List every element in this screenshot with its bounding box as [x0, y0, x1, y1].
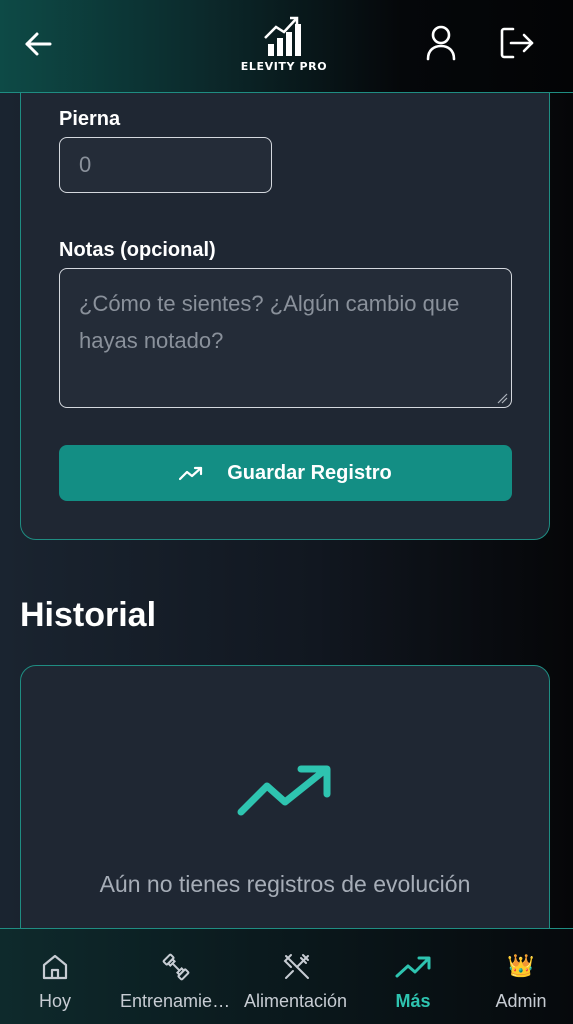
- resize-handle-icon[interactable]: [496, 392, 508, 404]
- save-record-label: Guardar Registro: [227, 461, 392, 484]
- app-header: ELEVITY PRO: [0, 0, 573, 93]
- nav-item-alimentacion[interactable]: Alimentación: [235, 929, 359, 1024]
- nav-label-admin: Admin: [495, 991, 547, 1011]
- logout-icon: [500, 27, 534, 59]
- nav-item-entrenamiento[interactable]: Entrenamiento: [114, 929, 238, 1024]
- nav-item-mas[interactable]: Más: [351, 929, 475, 1024]
- notes-label: Notas (opcional): [59, 239, 216, 261]
- dumbbell-icon: [162, 953, 190, 981]
- logo-text: ELEVITY PRO: [240, 60, 328, 73]
- profile-button[interactable]: [420, 22, 462, 64]
- home-icon: [42, 954, 68, 980]
- trending-up-icon: [237, 765, 331, 816]
- utensils-icon: [283, 954, 309, 979]
- nav-item-admin[interactable]: 👑 Admin: [459, 929, 573, 1024]
- nav-label-entrenamiento: Entrenamiento: [120, 991, 232, 1011]
- history-title: Historial: [20, 596, 157, 634]
- page: Pierna Notas (opcional) Guardar Registro…: [0, 0, 573, 1024]
- trending-up-icon: [179, 466, 203, 481]
- notes-textarea[interactable]: [59, 268, 512, 408]
- user-icon: [426, 25, 456, 61]
- nav-item-hoy[interactable]: Hoy: [0, 929, 117, 1024]
- save-record-button[interactable]: Guardar Registro: [59, 445, 512, 501]
- nav-label-alimentacion: Alimentación: [244, 991, 348, 1011]
- arrow-left-icon: [25, 32, 52, 56]
- back-button[interactable]: [18, 24, 58, 64]
- app-logo: ELEVITY PRO: [228, 14, 340, 76]
- nav-label-hoy: Hoy: [38, 991, 71, 1011]
- bottom-nav: Hoy Entrenamiento Alimentación Más 👑 Adm…: [0, 928, 573, 1024]
- leg-label: Pierna: [59, 108, 121, 130]
- nav-label-mas: Más: [395, 991, 431, 1011]
- leg-input[interactable]: [59, 137, 272, 193]
- crown-icon: 👑: [507, 954, 535, 979]
- trending-up-icon: [395, 956, 431, 978]
- logo-chart-icon: [264, 16, 301, 56]
- logout-button[interactable]: [496, 22, 538, 64]
- history-empty-text: Aún no tienes registros de evolución: [99, 871, 471, 897]
